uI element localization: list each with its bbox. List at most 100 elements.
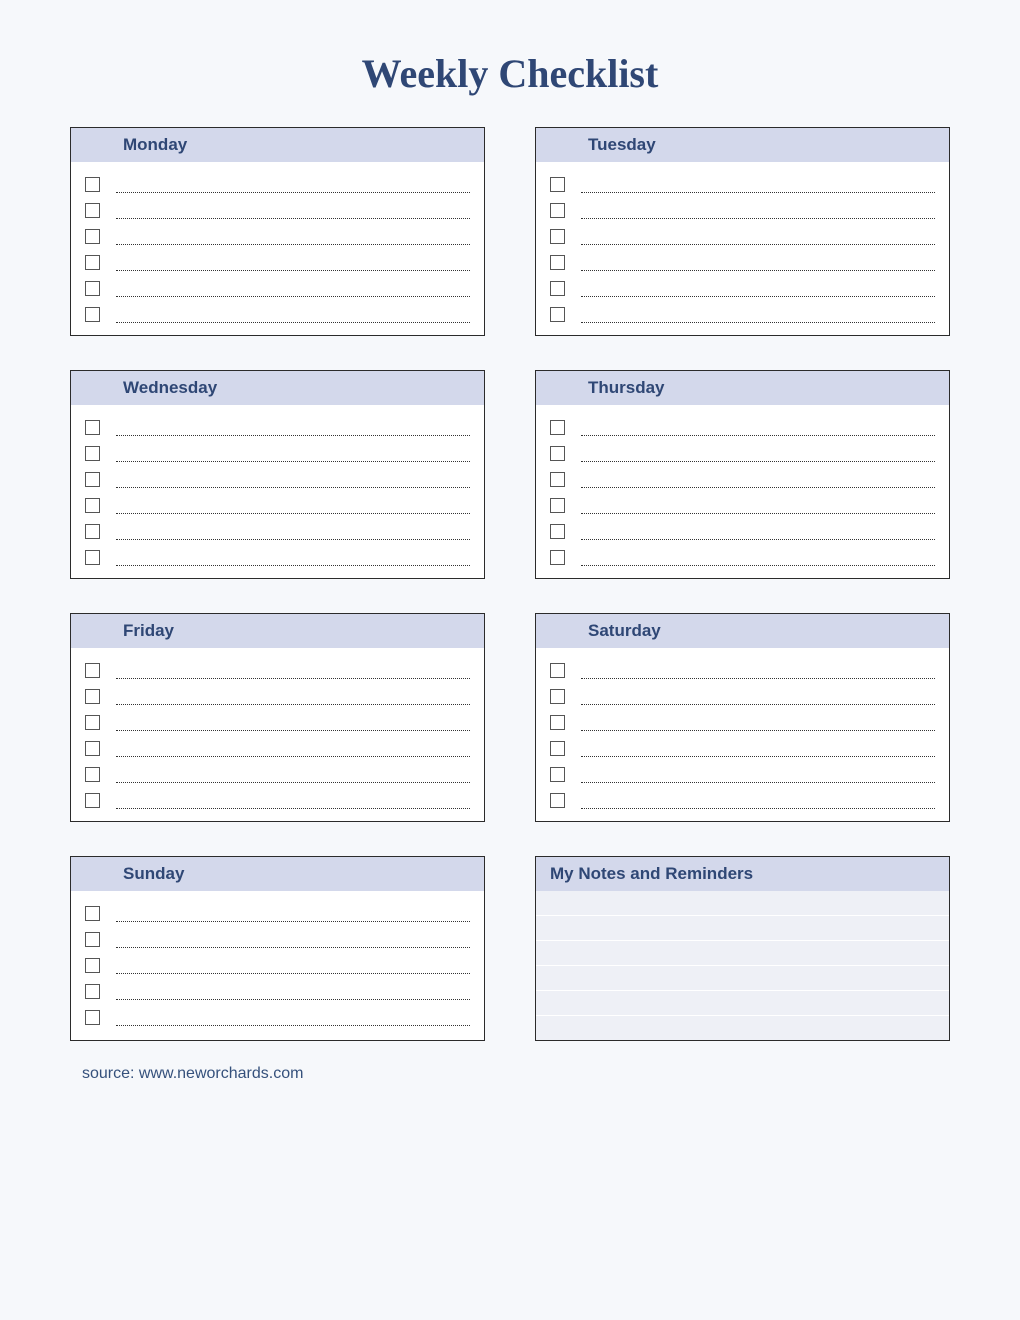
task-line[interactable] <box>581 565 935 566</box>
task-row <box>85 196 470 222</box>
task-row <box>85 899 470 925</box>
checkbox-icon[interactable] <box>85 446 100 461</box>
checkbox-icon[interactable] <box>85 307 100 322</box>
task-row <box>550 300 935 326</box>
task-line[interactable] <box>116 808 470 809</box>
checkbox-icon[interactable] <box>85 793 100 808</box>
task-line[interactable] <box>116 461 470 462</box>
checkbox-icon[interactable] <box>85 524 100 539</box>
task-line[interactable] <box>581 435 935 436</box>
task-line[interactable] <box>116 296 470 297</box>
checkbox-icon[interactable] <box>85 229 100 244</box>
task-line[interactable] <box>581 270 935 271</box>
checkbox-icon[interactable] <box>550 550 565 565</box>
task-line[interactable] <box>581 730 935 731</box>
checkbox-icon[interactable] <box>85 177 100 192</box>
notes-line <box>536 991 949 1016</box>
task-line[interactable] <box>116 487 470 488</box>
task-line[interactable] <box>581 513 935 514</box>
task-row <box>550 517 935 543</box>
checkbox-icon[interactable] <box>85 984 100 999</box>
task-line[interactable] <box>116 539 470 540</box>
task-row <box>85 543 470 569</box>
checkbox-icon[interactable] <box>550 255 565 270</box>
task-line[interactable] <box>116 756 470 757</box>
task-line[interactable] <box>116 947 470 948</box>
task-line[interactable] <box>116 678 470 679</box>
task-line[interactable] <box>581 192 935 193</box>
checkbox-icon[interactable] <box>85 550 100 565</box>
checkbox-icon[interactable] <box>85 689 100 704</box>
notes-header: My Notes and Reminders <box>536 857 949 891</box>
task-line[interactable] <box>116 192 470 193</box>
checkbox-icon[interactable] <box>550 420 565 435</box>
task-line[interactable] <box>581 244 935 245</box>
task-row <box>85 517 470 543</box>
checkbox-icon[interactable] <box>85 281 100 296</box>
checkbox-icon[interactable] <box>85 906 100 921</box>
checkbox-icon[interactable] <box>550 446 565 461</box>
task-line[interactable] <box>581 539 935 540</box>
task-line[interactable] <box>116 513 470 514</box>
task-line[interactable] <box>116 322 470 323</box>
checkbox-icon[interactable] <box>550 177 565 192</box>
task-line[interactable] <box>581 218 935 219</box>
checkbox-icon[interactable] <box>85 498 100 513</box>
task-line[interactable] <box>581 461 935 462</box>
checkbox-icon[interactable] <box>550 281 565 296</box>
checkbox-icon[interactable] <box>85 741 100 756</box>
task-line[interactable] <box>116 973 470 974</box>
task-line[interactable] <box>581 296 935 297</box>
task-line[interactable] <box>116 730 470 731</box>
task-line[interactable] <box>581 322 935 323</box>
checkbox-icon[interactable] <box>85 1010 100 1025</box>
notes-body[interactable] <box>536 891 949 1040</box>
checkbox-icon[interactable] <box>550 689 565 704</box>
task-row <box>550 491 935 517</box>
task-line[interactable] <box>581 808 935 809</box>
task-line[interactable] <box>581 487 935 488</box>
day-card-thursday: Thursday <box>535 370 950 579</box>
day-header: Friday <box>71 614 484 648</box>
checkbox-icon[interactable] <box>550 793 565 808</box>
checkbox-icon[interactable] <box>85 663 100 678</box>
checkbox-icon[interactable] <box>85 472 100 487</box>
checkbox-icon[interactable] <box>550 498 565 513</box>
task-line[interactable] <box>116 704 470 705</box>
day-header: Monday <box>71 128 484 162</box>
checkbox-icon[interactable] <box>550 767 565 782</box>
checkbox-icon[interactable] <box>550 524 565 539</box>
checkbox-icon[interactable] <box>550 229 565 244</box>
checkbox-icon[interactable] <box>550 307 565 322</box>
checkbox-icon[interactable] <box>550 663 565 678</box>
task-row <box>550 248 935 274</box>
task-line[interactable] <box>581 782 935 783</box>
checkbox-icon[interactable] <box>550 472 565 487</box>
task-line[interactable] <box>116 999 470 1000</box>
checkbox-icon[interactable] <box>85 420 100 435</box>
checkbox-icon[interactable] <box>85 203 100 218</box>
day-body <box>71 891 484 1039</box>
checkbox-icon[interactable] <box>85 932 100 947</box>
task-line[interactable] <box>116 1025 470 1026</box>
task-row <box>85 222 470 248</box>
task-line[interactable] <box>116 435 470 436</box>
task-line[interactable] <box>116 921 470 922</box>
task-line[interactable] <box>116 565 470 566</box>
checkbox-icon[interactable] <box>85 767 100 782</box>
checkbox-icon[interactable] <box>85 255 100 270</box>
task-line[interactable] <box>116 244 470 245</box>
task-row <box>85 786 470 812</box>
task-line[interactable] <box>116 782 470 783</box>
task-line[interactable] <box>581 678 935 679</box>
checkbox-icon[interactable] <box>550 715 565 730</box>
day-body <box>71 648 484 822</box>
checkbox-icon[interactable] <box>85 958 100 973</box>
checkbox-icon[interactable] <box>550 203 565 218</box>
checkbox-icon[interactable] <box>85 715 100 730</box>
task-line[interactable] <box>581 756 935 757</box>
checkbox-icon[interactable] <box>550 741 565 756</box>
task-line[interactable] <box>116 218 470 219</box>
task-line[interactable] <box>581 704 935 705</box>
task-line[interactable] <box>116 270 470 271</box>
